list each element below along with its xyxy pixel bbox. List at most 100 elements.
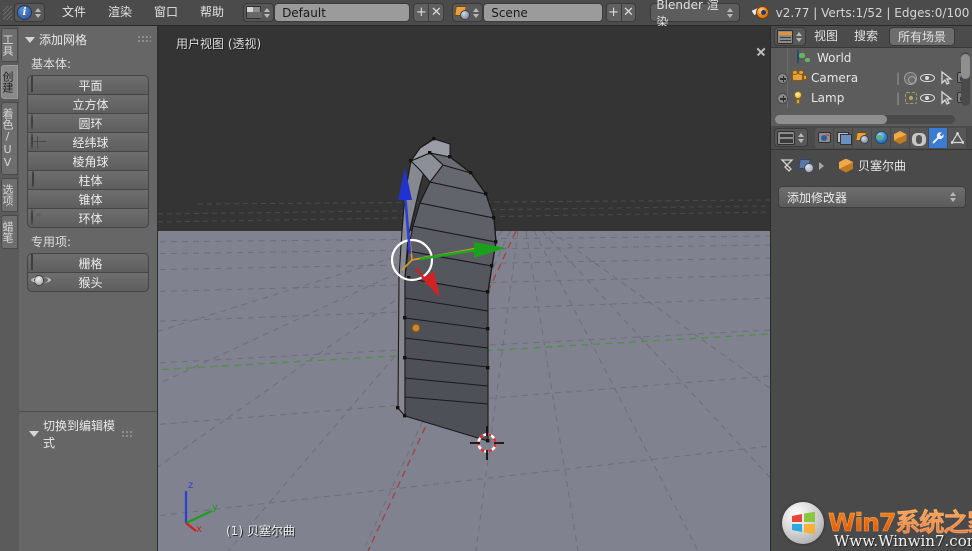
viewport-grid <box>158 26 770 551</box>
add-monkey-button[interactable]: 猴头 <box>27 272 149 292</box>
tab-render[interactable] <box>815 128 834 148</box>
menu-render[interactable]: 渲染 <box>97 2 143 23</box>
outliner-row-lamp[interactable]: Lamp | <box>771 88 972 108</box>
render-tab-icon <box>818 132 831 143</box>
expand-toggle-icon[interactable] <box>777 93 788 104</box>
add-plane-label: 平面 <box>47 77 148 94</box>
properties-editor-icon <box>777 131 795 145</box>
tab-constraints[interactable] <box>910 128 929 148</box>
tab-render-layers[interactable] <box>834 128 853 148</box>
uv-sphere-icon <box>31 133 33 149</box>
viewport-view-label: 用户视图 (透视) <box>176 35 261 52</box>
lamp-icon <box>791 90 807 106</box>
row-separator: | <box>896 91 900 105</box>
axis-z-label: z <box>188 480 193 491</box>
expand-toggle-icon[interactable] <box>777 73 788 84</box>
eye-icon[interactable] <box>919 69 937 87</box>
cylinder-icon <box>32 171 34 187</box>
object-data-icon[interactable] <box>799 159 814 173</box>
torus-icon <box>31 209 33 225</box>
primitives-group-label: 基本体: <box>19 52 157 75</box>
menu-help[interactable]: 帮助 <box>189 2 235 23</box>
add-circle-button[interactable]: 圆环 <box>27 113 149 133</box>
properties-editor-type-selector[interactable] <box>774 128 808 147</box>
editor-type-selector[interactable]: i <box>14 3 45 22</box>
scene-spin-arrows-icon <box>472 5 480 20</box>
windows-logo-icon <box>791 511 816 535</box>
tab-options[interactable]: 选项 <box>1 178 18 212</box>
outliner-vertical-scrollbar[interactable] <box>961 52 970 106</box>
outliner-row-label: Lamp <box>811 91 893 105</box>
add-mesh-panel-header[interactable]: 添加网格 <box>19 26 157 52</box>
outliner-menu-view[interactable]: 视图 <box>806 26 846 47</box>
screen-layout-icon <box>246 6 261 19</box>
tab-modifiers[interactable] <box>929 128 948 148</box>
info-editor-icon: i <box>17 5 32 20</box>
add-ico-sphere-button[interactable]: 棱角球 <box>27 151 149 171</box>
tab-object[interactable] <box>891 128 910 148</box>
render-engine-dropdown[interactable]: Blender 渲染 <box>650 3 739 22</box>
menu-file[interactable]: 文件 <box>51 2 97 23</box>
menu-window[interactable]: 窗口 <box>143 2 189 23</box>
add-scene-button[interactable]: + <box>606 3 622 22</box>
panel-grip-icon <box>121 430 133 439</box>
add-cylinder-button[interactable]: 柱体 <box>27 170 149 190</box>
outliner-editor-icon <box>777 30 793 44</box>
delete-scene-button[interactable]: ✕ <box>621 3 637 22</box>
status-statistics-text: v2.77 | Verts:1/52 | Edges:0/100 | Faces… <box>776 6 972 20</box>
3d-viewport[interactable]: 用户视图 (透视) (1) 贝塞尔曲 z y x <box>158 26 770 551</box>
primitives-button-column: 平面 立方体 圆环 经纬球 <box>27 75 149 228</box>
outliner-horizontal-scrollbar[interactable] <box>775 115 955 124</box>
tab-tools[interactable]: 工具 <box>1 28 18 62</box>
outliner-editor: 视图 搜索 所有场景 World <box>771 26 972 126</box>
3d-cursor-icon <box>468 424 506 462</box>
editor-area-row: 工具 创建 着色/UV 选项 蜡笔 添加网格 基本体: 平面 <box>0 26 972 551</box>
scene-selector[interactable] <box>452 3 483 22</box>
switch-edit-mode-header[interactable]: 切换到编辑模式 <box>19 412 157 455</box>
add-cube-button[interactable]: 立方体 <box>27 94 149 114</box>
tool-shelf-panel: 工具 创建 着色/UV 选项 蜡笔 添加网格 基本体: 平面 <box>0 26 158 551</box>
tab-world[interactable] <box>872 128 891 148</box>
spin-arrows-icon <box>795 29 803 44</box>
viewport-close-icon[interactable] <box>755 46 767 58</box>
header-corner-grip[interactable] <box>2 2 14 24</box>
camera-data-icon[interactable] <box>903 71 919 86</box>
outliner-menu-search[interactable]: 搜索 <box>846 26 886 47</box>
cursor-arrow-icon[interactable] <box>937 69 955 87</box>
scene-name-field[interactable]: Scene <box>483 3 602 22</box>
screen-name-field[interactable]: Default <box>274 3 410 22</box>
axis-gizmo: z y x <box>176 477 222 533</box>
delete-screen-button[interactable]: ✕ <box>428 3 444 22</box>
object-tab-icon <box>894 131 907 144</box>
add-torus-button[interactable]: 环体 <box>27 208 149 228</box>
spin-arrows-icon <box>949 190 957 205</box>
outliner-row-camera[interactable]: Camera | <box>771 68 972 88</box>
tab-grease-pencil[interactable]: 蜡笔 <box>1 215 18 249</box>
world-tab-icon <box>875 131 888 144</box>
tab-scene[interactable] <box>853 128 872 148</box>
lamp-data-icon[interactable] <box>903 91 919 106</box>
tab-shading-uv[interactable]: 着色/UV <box>1 102 18 175</box>
pin-icon[interactable] <box>779 158 794 173</box>
collapse-triangle-icon <box>25 37 35 43</box>
add-torus-label: 环体 <box>47 210 148 227</box>
add-grid-button[interactable]: 栅格 <box>27 253 149 273</box>
add-modifier-dropdown[interactable]: 添加修改器 <box>778 186 966 208</box>
add-screen-button[interactable]: + <box>413 3 429 22</box>
outliner-row-world[interactable]: World <box>771 48 972 68</box>
tab-create[interactable]: 创建 <box>1 65 18 99</box>
cursor-arrow-icon[interactable] <box>937 89 955 107</box>
add-plane-button[interactable]: 平面 <box>27 75 149 95</box>
outliner-row-label: Camera <box>811 71 893 85</box>
tab-object-data[interactable] <box>948 128 967 148</box>
outliner-scope-dropdown[interactable]: 所有场景 <box>889 27 955 46</box>
blender-logo-icon <box>752 5 769 20</box>
add-cone-label: 锥体 <box>47 191 148 208</box>
add-cone-button[interactable]: 锥体 <box>27 189 149 209</box>
add-uv-sphere-button[interactable]: 经纬球 <box>27 132 149 152</box>
edit-mode-panel: 切换到编辑模式 <box>19 411 157 551</box>
eye-icon[interactable] <box>919 89 937 107</box>
screen-spin-arrows-icon <box>263 5 271 20</box>
outliner-editor-type-selector[interactable] <box>774 27 806 46</box>
screen-layout-selector[interactable] <box>243 3 274 22</box>
